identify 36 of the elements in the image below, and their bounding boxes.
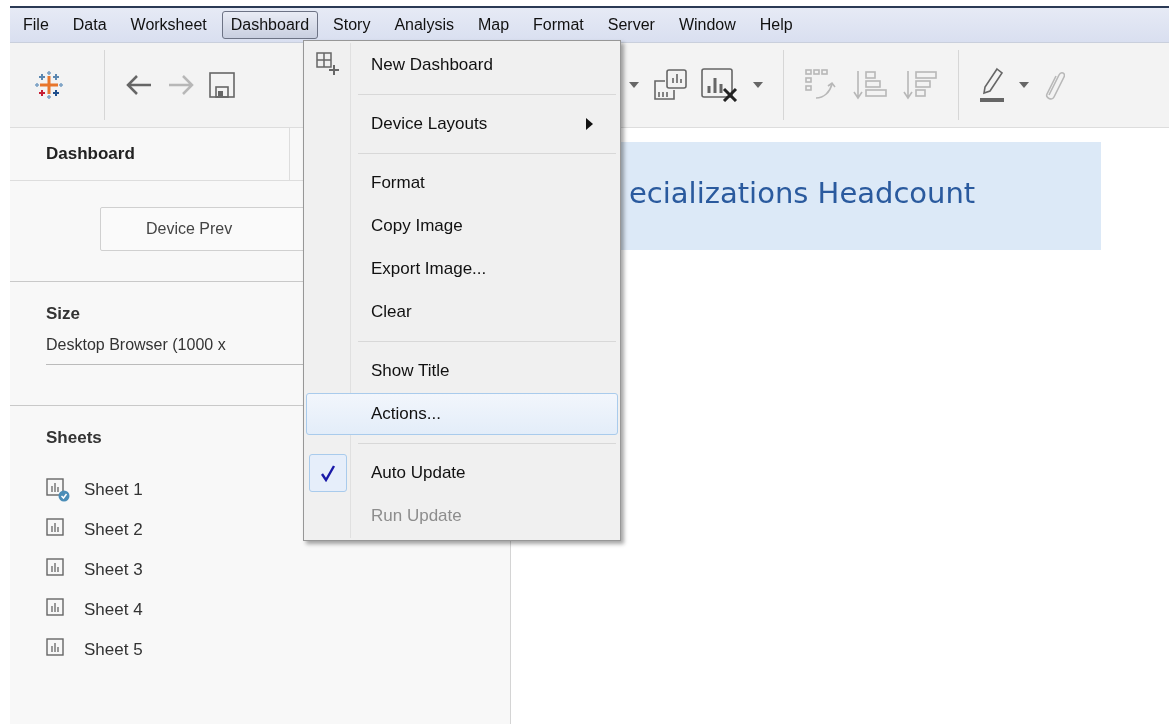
sheet-item[interactable]: Sheet 4: [84, 600, 143, 620]
menu-bar-item[interactable]: Format: [524, 11, 593, 39]
menu-bar-item[interactable]: Help: [750, 11, 802, 39]
sheet-item[interactable]: Sheet 3: [84, 560, 143, 580]
menu-bar-item[interactable]: Story: [324, 11, 380, 39]
clear-chart-icon[interactable]: [701, 68, 739, 102]
menu-bar-item[interactable]: Dashboard: [221, 11, 319, 39]
save-icon[interactable]: [209, 72, 235, 98]
sheet-item[interactable]: Sheet 2: [84, 520, 143, 540]
checkmark-icon: [309, 454, 347, 492]
section-title: Sheets: [46, 427, 102, 449]
submenu-arrow-icon: [586, 118, 593, 130]
menu-bar-item[interactable]: Analysis: [385, 11, 463, 39]
highlighter-pen-icon[interactable]: [979, 67, 1005, 103]
menu-item[interactable]: Actions...: [306, 393, 618, 435]
menu-bar-item[interactable]: File: [14, 11, 58, 39]
menu-item[interactable]: New Dashboard: [306, 44, 618, 86]
caret-icon[interactable]: [629, 82, 639, 88]
menu-item[interactable]: Clear: [306, 291, 618, 333]
caret-icon[interactable]: [1019, 82, 1029, 88]
menu-bar-item[interactable]: Window: [669, 11, 745, 39]
sheet-item[interactable]: Sheet 5: [84, 640, 143, 660]
sheet-item[interactable]: Sheet 1: [84, 480, 143, 500]
caret-icon[interactable]: [753, 82, 763, 88]
back-arrow-icon[interactable]: [125, 73, 153, 97]
duplicate-chart-icon[interactable]: [653, 69, 687, 101]
menu-bar-item[interactable]: Worksheet: [121, 11, 216, 39]
grid-plus-icon: [315, 51, 341, 77]
menu-bar-item[interactable]: Server: [598, 11, 664, 39]
logo-icon[interactable]: [34, 70, 64, 100]
menu-item[interactable]: Device Layouts: [306, 103, 618, 145]
section-title: Size: [46, 303, 81, 325]
menu-item[interactable]: Export Image...: [306, 248, 618, 290]
menu-bar-item[interactable]: Data: [63, 11, 116, 39]
menu-bar-item[interactable]: Map: [468, 11, 519, 39]
menu-item[interactable]: Auto Update: [306, 452, 618, 494]
